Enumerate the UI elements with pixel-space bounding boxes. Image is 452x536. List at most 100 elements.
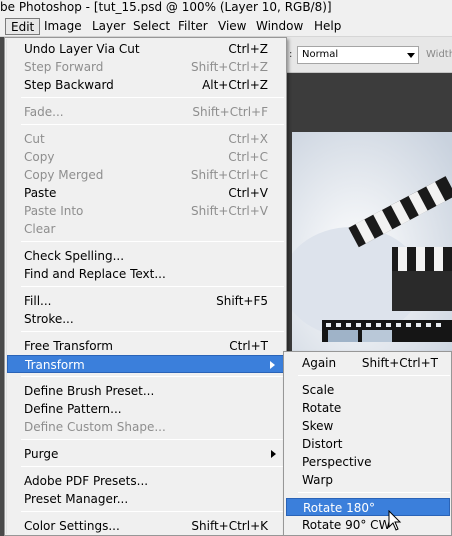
menu-item-copy[interactable]: Copy Ctrl+C <box>7 148 284 166</box>
menu-item-label: Stroke... <box>24 312 74 326</box>
menu-item-label: Undo Layer Via Cut <box>24 42 140 56</box>
menu-item-shortcut: Ctrl+T <box>229 339 268 353</box>
submenu-item-rotate-180[interactable]: Rotate 180° <box>286 498 450 516</box>
menu-layer[interactable]: Layer <box>86 18 131 35</box>
blend-mode-value: Normal <box>302 49 339 60</box>
menu-item-label: Define Custom Shape... <box>24 420 166 434</box>
menu-item-copy-merged[interactable]: Copy Merged Shift+Ctrl+C <box>7 166 284 184</box>
submenu-item-label: Skew <box>302 419 334 433</box>
menu-item-fill[interactable]: Fill... Shift+F5 <box>7 292 284 310</box>
submenu-item-label: Warp <box>302 473 334 487</box>
submenu-item-shortcut: Shift+Ctrl+T <box>361 356 438 370</box>
menu-item-label: Free Transform <box>24 339 113 353</box>
menu-item-label: Define Pattern... <box>24 402 122 416</box>
menu-edit[interactable]: Edit <box>5 18 41 35</box>
menu-item-undo[interactable]: Undo Layer Via Cut Ctrl+Z <box>7 40 284 58</box>
menu-separator <box>298 492 450 493</box>
menu-item-label: Define Brush Preset... <box>24 384 155 398</box>
menu-item-shortcut: Shift+Ctrl+V <box>191 204 268 218</box>
menu-item-pdf-presets[interactable]: Adobe PDF Presets... <box>7 472 284 490</box>
menu-item-free-transform[interactable]: Free Transform Ctrl+T <box>7 337 284 355</box>
document-canvas[interactable] <box>292 132 452 352</box>
menu-separator <box>21 331 284 332</box>
menu-item-find-replace[interactable]: Find and Replace Text... <box>7 265 284 283</box>
menu-item-label: Cut <box>24 132 45 146</box>
submenu-item-skew[interactable]: Skew <box>286 417 450 435</box>
menu-item-paste-into[interactable]: Paste Into Shift+Ctrl+V <box>7 202 284 220</box>
menu-separator <box>21 376 284 377</box>
menu-item-fade[interactable]: Fade... Shift+Ctrl+F <box>7 103 284 121</box>
submenu-item-warp[interactable]: Warp <box>286 471 450 489</box>
transform-submenu: Again Shift+Ctrl+T Scale Rotate Skew Dist… <box>283 351 452 536</box>
submenu-item-label: Rotate <box>302 401 342 415</box>
submenu-item-rotate[interactable]: Rotate <box>286 399 450 417</box>
window-title: be Photoshop - [tut_15.psd @ 100% (Layer… <box>0 0 332 14</box>
menu-item-transform[interactable]: Transform <box>7 355 284 373</box>
menu-item-shortcut: Shift+Ctrl+K <box>191 519 268 533</box>
submenu-item-distort[interactable]: Distort <box>286 435 450 453</box>
menu-item-label: Paste Into <box>24 204 84 218</box>
menu-select[interactable]: Select <box>127 18 176 35</box>
submenu-item-label: Again <box>302 356 337 370</box>
blend-mode-select[interactable]: Normal <box>297 46 419 64</box>
menu-view[interactable]: View <box>212 18 252 35</box>
menu-item-label: Step Backward <box>24 78 114 92</box>
menu-item-cut[interactable]: Cut Ctrl+X <box>7 130 284 148</box>
menu-item-clear[interactable]: Clear <box>7 220 284 238</box>
menu-item-define-shape[interactable]: Define Custom Shape... <box>7 418 284 436</box>
menu-item-label: Color Settings... <box>24 519 120 533</box>
colon-glyph: : <box>289 49 293 60</box>
submenu-item-perspective[interactable]: Perspective <box>286 453 450 471</box>
menu-item-shortcut: Shift+Ctrl+Z <box>191 60 268 74</box>
menu-item-shortcut: Ctrl+C <box>228 150 268 164</box>
menu-separator <box>21 97 284 98</box>
menu-item-color-settings[interactable]: Color Settings... Shift+Ctrl+K <box>7 517 284 535</box>
menu-separator <box>21 511 284 512</box>
submenu-item-label: Scale <box>302 383 335 397</box>
submenu-arrow-icon <box>270 361 275 369</box>
menu-filter[interactable]: Filter <box>172 18 214 35</box>
mouse-pointer-icon <box>388 510 402 531</box>
submenu-item-scale[interactable]: Scale <box>286 381 450 399</box>
menu-separator <box>21 439 284 440</box>
menu-separator <box>21 241 284 242</box>
chevron-down-icon <box>407 53 415 58</box>
menu-help[interactable]: Help <box>308 18 347 35</box>
menu-image[interactable]: Image <box>38 18 88 35</box>
menu-item-label: Fade... <box>24 105 64 119</box>
menu-item-check-spelling[interactable]: Check Spelling... <box>7 247 284 265</box>
menu-item-stroke[interactable]: Stroke... <box>7 310 284 328</box>
menu-separator <box>21 286 284 287</box>
menu-item-label: Purge <box>24 447 59 461</box>
menu-item-shortcut: Shift+Ctrl+C <box>190 168 268 182</box>
menu-item-shortcut: Ctrl+V <box>228 186 268 200</box>
submenu-item-label: Rotate 180° <box>303 501 376 515</box>
menu-item-label: Copy <box>24 150 55 164</box>
edit-menu: Undo Layer Via Cut Ctrl+Z Step Forward Shi… <box>4 37 287 536</box>
menu-item-shortcut: Ctrl+X <box>228 132 268 146</box>
submenu-item-again[interactable]: Again Shift+Ctrl+T <box>286 354 450 372</box>
menu-item-step-forward[interactable]: Step Forward Shift+Ctrl+Z <box>7 58 284 76</box>
menu-item-label: Step Forward <box>24 60 104 74</box>
menu-item-preset-manager[interactable]: Preset Manager... <box>7 490 284 508</box>
menu-item-define-brush[interactable]: Define Brush Preset... <box>7 382 284 400</box>
submenu-item-rotate-90-cw[interactable]: Rotate 90° CW <box>286 516 450 534</box>
menu-window[interactable]: Window <box>250 18 309 35</box>
menu-separator <box>21 124 284 125</box>
options-bar: : Normal Width <box>286 37 452 73</box>
menu-item-label: Adobe PDF Presets... <box>24 474 149 488</box>
menu-item-label: Find and Replace Text... <box>24 267 166 281</box>
width-label: Width <box>426 49 452 60</box>
menu-item-shortcut: Ctrl+Z <box>228 42 268 56</box>
menu-item-label: Preset Manager... <box>24 492 129 506</box>
menu-item-label: Clear <box>24 222 56 236</box>
menu-item-purge[interactable]: Purge <box>7 445 284 463</box>
window-title-bar: be Photoshop - [tut_15.psd @ 100% (Layer… <box>0 0 452 16</box>
menu-item-paste[interactable]: Paste Ctrl+V <box>7 184 284 202</box>
menu-separator <box>21 466 284 467</box>
menu-item-step-backward[interactable]: Step Backward Alt+Ctrl+Z <box>7 76 284 94</box>
menu-item-label: Check Spelling... <box>24 249 125 263</box>
menu-item-shortcut: Shift+Ctrl+F <box>192 105 268 119</box>
menu-item-define-pattern[interactable]: Define Pattern... <box>7 400 284 418</box>
submenu-item-label: Distort <box>302 437 343 451</box>
